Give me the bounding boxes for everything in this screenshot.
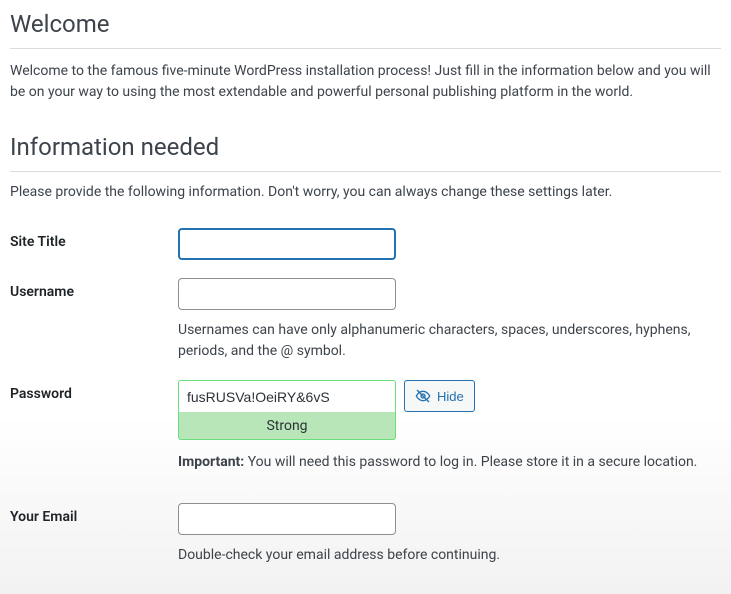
- password-strength: Strong: [178, 412, 396, 440]
- site-title-input[interactable]: [178, 228, 396, 260]
- welcome-intro: Welcome to the famous five-minute WordPr…: [10, 61, 721, 103]
- password-label: Password: [10, 380, 178, 402]
- info-heading: Information needed: [10, 133, 721, 172]
- password-important: Important: You will need this password t…: [178, 452, 721, 473]
- info-hint: Please provide the following information…: [10, 184, 721, 200]
- site-title-label: Site Title: [10, 228, 178, 250]
- password-input[interactable]: [178, 380, 396, 412]
- hide-button-label: Hide: [437, 389, 464, 404]
- eye-slash-icon: [415, 388, 431, 404]
- username-row: Username Usernames can have only alphanu…: [10, 278, 721, 362]
- hide-button[interactable]: Hide: [404, 380, 475, 412]
- important-prefix: Important:: [178, 454, 244, 470]
- email-help: Double-check your email address before c…: [178, 545, 708, 566]
- username-input[interactable]: [178, 278, 396, 310]
- important-text: You will need this password to log in. P…: [244, 454, 697, 470]
- email-row: Your Email Double-check your email addre…: [10, 503, 721, 566]
- welcome-heading: Welcome: [10, 10, 721, 49]
- password-row: Password Strong Hide Important: You will…: [10, 380, 721, 473]
- email-input[interactable]: [178, 503, 396, 535]
- username-label: Username: [10, 278, 178, 300]
- site-title-row: Site Title: [10, 228, 721, 260]
- username-help: Usernames can have only alphanumeric cha…: [178, 320, 708, 362]
- email-label: Your Email: [10, 503, 178, 525]
